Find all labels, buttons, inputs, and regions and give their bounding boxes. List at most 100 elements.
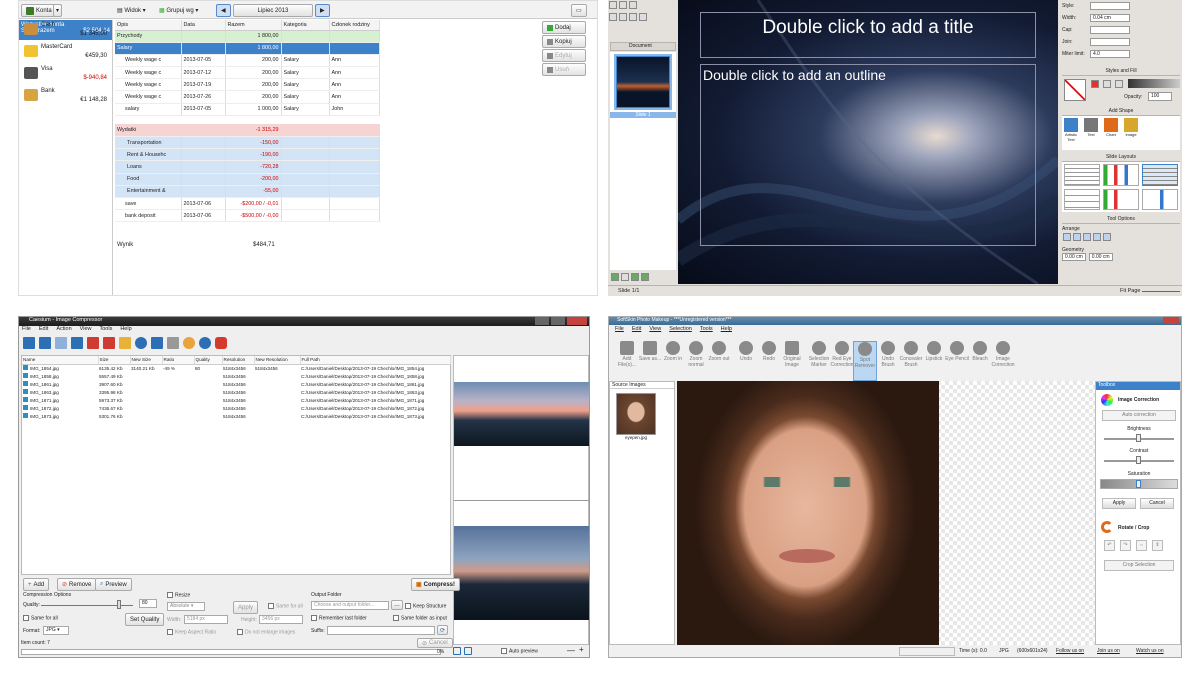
gradient-icon[interactable]: [1115, 80, 1123, 88]
same-for-all-resize-checkbox[interactable]: Same for all: [268, 603, 303, 609]
align-right-icon[interactable]: [1083, 233, 1091, 241]
property-value-input[interactable]: [1090, 26, 1130, 34]
remember-folder-checkbox[interactable]: Remember last folder: [311, 615, 367, 621]
toolbar-button[interactable]: Red Eye Correction: [830, 341, 854, 381]
table-row[interactable]: bank deposit 2013-07-06 -$500,00 / -0,00: [115, 209, 380, 223]
red-x-icon[interactable]: [1091, 80, 1099, 88]
accounts-dropdown-button[interactable]: ▾: [53, 4, 63, 17]
clear-list-icon[interactable]: [103, 337, 115, 349]
column-header[interactable]: Członek rodziny: [329, 20, 380, 31]
remove-item-icon[interactable]: [87, 337, 99, 349]
quality-input[interactable]: 80: [139, 599, 157, 608]
add-slide-icon[interactable]: [611, 273, 619, 281]
toolbar-button[interactable]: Original Image: [780, 341, 804, 381]
keep-aspect-checkbox[interactable]: Keep Aspect Ratio: [167, 629, 216, 635]
zoom-actual-icon[interactable]: [464, 647, 472, 655]
account-item[interactable]: Visa $-940,84: [19, 64, 109, 86]
keep-structure-checkbox[interactable]: Keep Structure: [405, 603, 446, 609]
flip-vertical-icon[interactable]: ⇕: [1152, 540, 1163, 551]
property-value-input[interactable]: 4.0: [1090, 50, 1130, 58]
tools-icon[interactable]: [167, 337, 179, 349]
rotate-right-icon[interactable]: ↷: [1120, 540, 1131, 551]
table-row[interactable]: Rent & Househc -190,00: [115, 148, 380, 162]
table-row[interactable]: Weekly wage c 2013-07-19 200,00 Salary Ann: [115, 78, 380, 92]
quality-slider-knob[interactable]: [117, 600, 121, 609]
toolbar-button[interactable]: Save as...: [638, 341, 662, 381]
slide-thumbnail[interactable]: [614, 54, 672, 110]
layout-twocol-icon[interactable]: [1103, 188, 1139, 210]
fill-icon[interactable]: [1103, 80, 1111, 88]
toolbar-button[interactable]: Zoom normal: [684, 341, 708, 381]
save-list-icon[interactable]: [71, 337, 83, 349]
account-item[interactable]: Cash $1 345,00: [19, 20, 109, 42]
power-icon[interactable]: [215, 337, 227, 349]
toolbar-button[interactable]: Redo: [757, 341, 781, 381]
crop-selection-button[interactable]: Crop Selection: [1104, 560, 1174, 571]
no-fill-icon[interactable]: [1064, 79, 1086, 101]
column-header[interactable]: New Size: [130, 356, 163, 365]
close-window-icon[interactable]: [1163, 317, 1179, 324]
column-header[interactable]: Quality: [194, 356, 223, 365]
layout-title-icon[interactable]: [1064, 164, 1100, 186]
table-row[interactable]: Przychody 1 800,00: [115, 30, 380, 43]
zoom-plus-icon[interactable]: +: [579, 645, 584, 654]
menu-item[interactable]: Action: [56, 326, 71, 335]
brightness-knob[interactable]: [1136, 434, 1141, 442]
table-row[interactable]: IMG_1861.jpg 3907.60 Kb 5184x3456 C:/Users/…: [22, 380, 450, 388]
group-menu[interactable]: ▦ Grupuj wg ▾: [159, 7, 198, 14]
watch-link[interactable]: Watch us on: [1136, 648, 1164, 654]
zoom-slider[interactable]: [1142, 291, 1180, 292]
contrast-knob[interactable]: [1136, 456, 1141, 464]
add-shape-item[interactable]: Artistic Text: [1062, 118, 1080, 148]
toolbar-button[interactable]: Add File(s)...: [615, 341, 639, 381]
action-copy-button[interactable]: Kopiuj: [542, 35, 586, 48]
menu-item[interactable]: Help: [120, 326, 131, 335]
shape-tool-icon[interactable]: [619, 13, 627, 21]
width-input[interactable]: 5184 px: [184, 615, 228, 624]
add-shape-item[interactable]: Text: [1082, 118, 1100, 148]
table-row[interactable]: Weekly wage c 2013-07-26 200,00 Salary Ann: [115, 90, 380, 104]
column-header[interactable]: Ratio: [162, 356, 195, 365]
layout-bars-icon[interactable]: [1142, 188, 1178, 210]
close-window-icon[interactable]: [567, 317, 587, 325]
align-left-icon[interactable]: [1063, 233, 1071, 241]
column-header[interactable]: Razem: [225, 20, 282, 31]
set-quality-button[interactable]: Set Quality: [125, 613, 165, 626]
toolbar-button[interactable]: Zoom out: [707, 341, 731, 381]
move-down-icon[interactable]: [641, 273, 649, 281]
browse-folder-button[interactable]: …: [391, 600, 403, 610]
preview-button[interactable]: ⌕ Preview: [95, 578, 132, 591]
settings-icon[interactable]: [183, 337, 195, 349]
zoom-minus-icon[interactable]: —: [567, 646, 575, 655]
broom-icon[interactable]: [119, 337, 131, 349]
zoom-fit-icon[interactable]: [453, 647, 461, 655]
suffix-input[interactable]: [327, 626, 435, 635]
same-folder-checkbox[interactable]: Same folder as input: [393, 615, 447, 621]
column-header[interactable]: Resolution: [222, 356, 255, 365]
remove-slide-icon[interactable]: [621, 273, 629, 281]
source-thumbnail[interactable]: [616, 393, 656, 435]
toolbar-button[interactable]: Eye Pencil: [945, 341, 969, 381]
toolbar-button[interactable]: Concealer Brush: [899, 341, 923, 381]
follow-link[interactable]: Follow us on: [1056, 648, 1084, 654]
new-list-icon[interactable]: [55, 337, 67, 349]
menu-item[interactable]: Tools: [99, 326, 112, 335]
column-header[interactable]: Data: [181, 20, 226, 31]
group-icon[interactable]: [1093, 233, 1101, 241]
table-row[interactable]: IMG_1872.jpg 7436.67 Kb 5184x3456 C:/Users/…: [22, 404, 450, 412]
add-shape-item[interactable]: Image: [1122, 118, 1140, 148]
menu-item[interactable]: View: [80, 326, 92, 335]
column-header[interactable]: Full Path: [300, 356, 451, 365]
resize-apply-button[interactable]: Apply: [233, 601, 259, 614]
action-add-button[interactable]: Dodaj: [542, 21, 586, 34]
suffix-apply-button[interactable]: ⟳: [437, 625, 449, 635]
layout-list-icon[interactable]: [1142, 164, 1178, 186]
zoom-tool-icon[interactable]: [639, 13, 647, 21]
account-item[interactable]: MasterCard €459,30: [19, 42, 109, 64]
toolbar-button[interactable]: Zoom in: [661, 341, 685, 381]
column-header[interactable]: Name: [22, 356, 99, 365]
open-folder-icon[interactable]: [39, 337, 51, 349]
action-edit-button[interactable]: Edytuj: [542, 49, 586, 62]
title-placeholder[interactable]: Double click to add a title: [700, 12, 1036, 58]
accounts-button[interactable]: Konta: [21, 4, 57, 17]
